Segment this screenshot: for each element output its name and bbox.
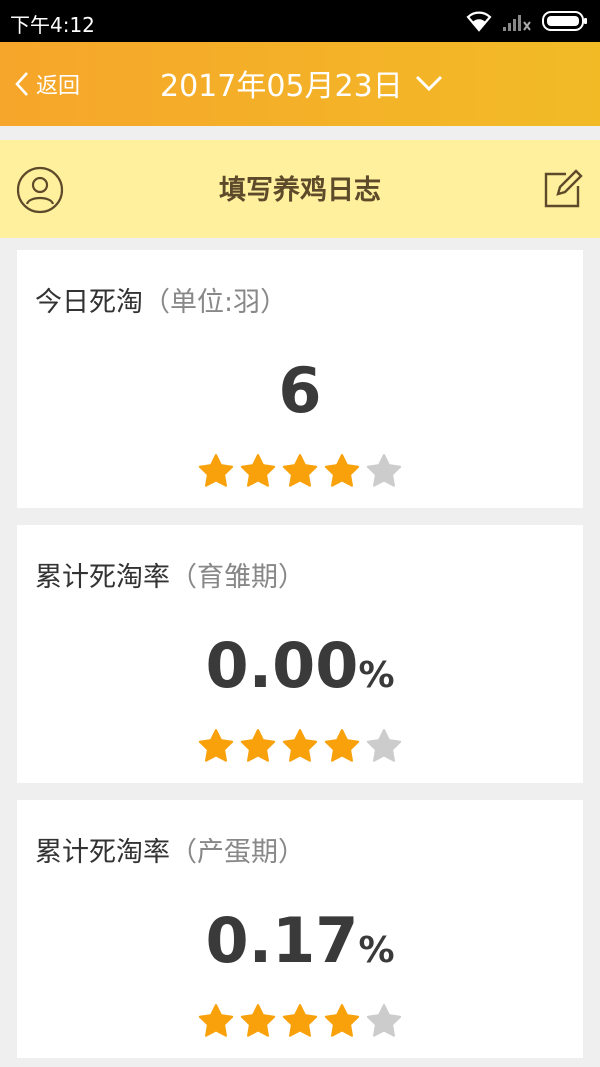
star-empty-icon (366, 454, 402, 487)
card-title: 累计死淘率（育雏期） (35, 555, 305, 594)
card-value: 6 (17, 356, 583, 436)
date-label: 2017年05月23日 (160, 69, 403, 104)
card-value-number: 0.00 (205, 629, 359, 702)
card-title: 累计死淘率（产蛋期） (35, 830, 305, 869)
metric-card-brooding-rate: 累计死淘率（育雏期） 0.00% (17, 525, 583, 783)
status-time: 下午4:12 (10, 13, 95, 37)
star-filled-icon (240, 729, 276, 762)
card-unit: （单位:羽） (143, 287, 288, 318)
card-value-suffix: % (358, 930, 395, 971)
star-filled-icon (198, 1004, 234, 1037)
signal-icon (503, 15, 531, 31)
card-unit: （产蛋期） (170, 837, 305, 868)
star-filled-icon (240, 1004, 276, 1037)
card-value-number: 6 (278, 354, 322, 427)
star-filled-icon (198, 454, 234, 487)
card-unit: （育雏期） (170, 562, 305, 593)
metric-card-laying-rate: 累计死淘率（产蛋期） 0.17% (17, 800, 583, 1058)
star-filled-icon (324, 729, 360, 762)
star-filled-icon (282, 454, 318, 487)
card-title-text: 累计死淘率 (35, 837, 170, 868)
star-filled-icon (282, 729, 318, 762)
star-filled-icon (324, 1004, 360, 1037)
star-empty-icon (366, 729, 402, 762)
app-header: 返回 2017年05月23日 (0, 42, 600, 126)
back-label: 返回 (36, 74, 81, 99)
star-filled-icon (240, 454, 276, 487)
card-value-suffix: % (358, 655, 395, 696)
edit-icon[interactable] (542, 168, 584, 210)
star-rating (17, 453, 583, 489)
star-rating (17, 1003, 583, 1039)
card-value: 0.00% (17, 631, 583, 711)
card-title-text: 今日死淘 (35, 287, 143, 318)
card-title: 今日死淘（单位:羽） (35, 280, 287, 319)
subheader-bar: 填写养鸡日志 (0, 140, 600, 238)
status-icons (466, 9, 588, 33)
metric-card-daily-deaths: 今日死淘（单位:羽） 6 (17, 250, 583, 508)
star-filled-icon (198, 729, 234, 762)
chevron-down-icon (415, 75, 442, 92)
chevron-left-icon (15, 72, 28, 96)
page-title: 填写养鸡日志 (219, 175, 381, 206)
star-rating (17, 728, 583, 764)
status-bar: 下午4:12 (0, 0, 600, 42)
star-filled-icon (282, 1004, 318, 1037)
back-button[interactable]: 返回 (14, 66, 80, 102)
star-empty-icon (366, 1004, 402, 1037)
card-value: 0.17% (17, 906, 583, 986)
wifi-icon (466, 11, 492, 32)
star-filled-icon (324, 454, 360, 487)
date-selector[interactable]: 2017年05月23日 (160, 62, 443, 104)
card-value-number: 0.17 (205, 904, 359, 977)
card-title-text: 累计死淘率 (35, 562, 170, 593)
battery-icon (542, 11, 587, 31)
